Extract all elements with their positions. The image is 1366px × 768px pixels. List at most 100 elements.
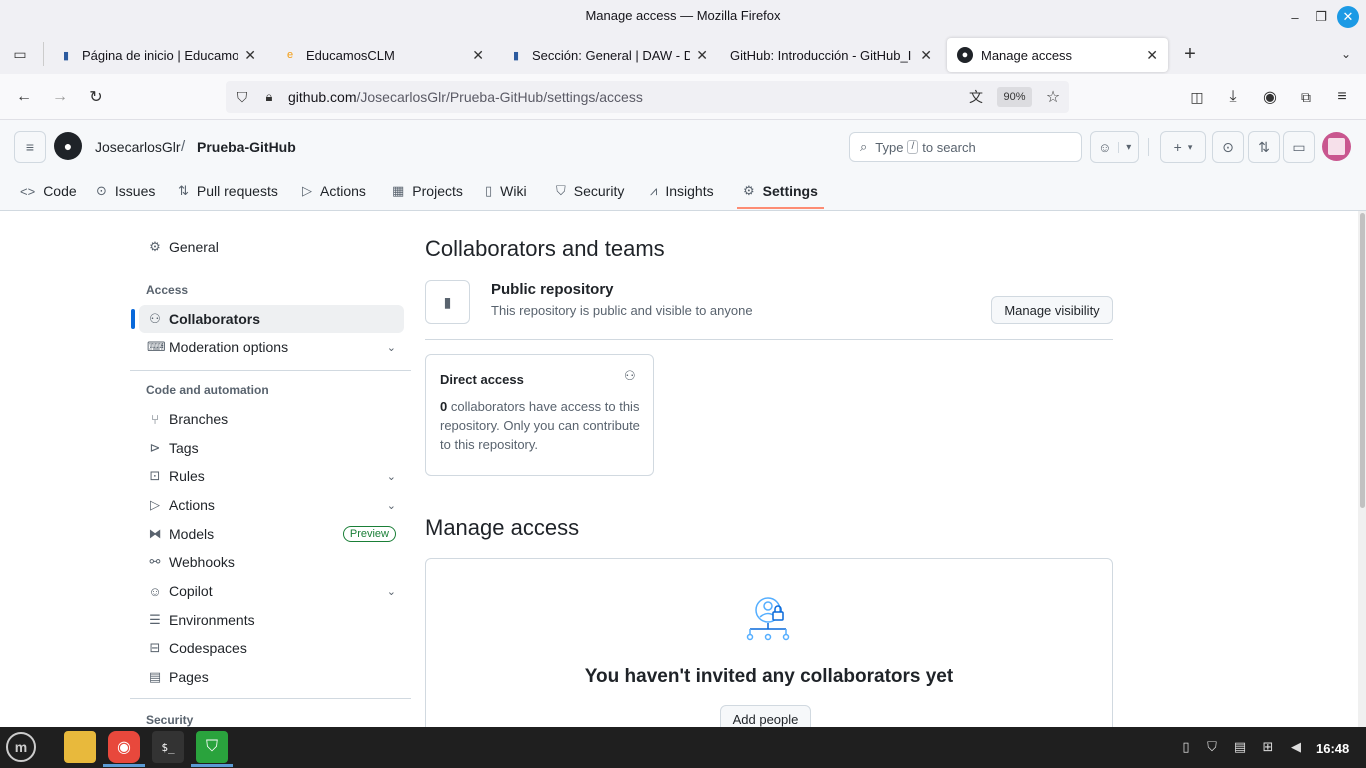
- tab-close-icon[interactable]: ✕: [920, 47, 932, 64]
- sidebar-item-models[interactable]: ⧓ Models Preview: [139, 520, 404, 548]
- collaborators-lock-icon: [746, 597, 790, 641]
- tab-educamos-inicio[interactable]: ▮ Página de inicio | Educamos( ✕: [48, 38, 266, 72]
- sidebar-item-moderation[interactable]: ⌨ Moderation options ⌄: [139, 333, 404, 361]
- webhook-icon: ⚯: [149, 554, 161, 569]
- notes-icon[interactable]: ▤: [1231, 738, 1249, 756]
- translate-icon[interactable]: 文: [964, 85, 988, 109]
- firefox-icon[interactable]: ◉: [108, 731, 140, 763]
- breadcrumb-separator: /: [181, 138, 186, 155]
- new-tab-icon[interactable]: +: [1180, 43, 1200, 65]
- sidebar-item-collaborators[interactable]: ⚇ Collaborators: [139, 305, 404, 333]
- clipboard-icon[interactable]: ▯: [1177, 738, 1195, 756]
- shield-icon[interactable]: ⛉: [1203, 738, 1221, 756]
- repo-icon: ▮: [425, 280, 470, 324]
- repo-owner-link[interactable]: JosecarlosGlr: [95, 139, 181, 155]
- sidebar-item-copilot[interactable]: ☺ Copilot ⌄: [139, 577, 404, 605]
- server-icon: ☰: [149, 612, 161, 627]
- bookmark-star-icon[interactable]: ☆: [1041, 85, 1065, 109]
- sidebar-item-webhooks[interactable]: ⚯ Webhooks: [139, 548, 404, 576]
- terminal-icon[interactable]: $_: [152, 731, 184, 763]
- tab-issues[interactable]: ⊙ Issues: [96, 176, 155, 206]
- sidebar-item-branches[interactable]: ⑂ Branches: [139, 405, 404, 433]
- tab-actions[interactable]: ▷ Actions: [302, 176, 366, 206]
- maximize-button[interactable]: ❐: [1310, 6, 1332, 28]
- minimize-button[interactable]: –: [1284, 6, 1306, 28]
- github-menu-icon[interactable]: ≡: [14, 131, 46, 163]
- update-shield-icon[interactable]: ⛉: [196, 731, 228, 763]
- tab-pull-requests[interactable]: ⇅ Pull requests: [178, 176, 278, 206]
- chevron-down-icon: ▾: [1187, 141, 1193, 152]
- tab-insights[interactable]: ⩘ Insights: [650, 176, 714, 206]
- forward-arrow-icon[interactable]: →: [48, 85, 72, 109]
- issues-icon[interactable]: ⊙: [1212, 131, 1244, 163]
- tab-settings[interactable]: ⚙ Settings: [743, 176, 818, 206]
- sidebar-item-general[interactable]: ⚙ General: [139, 233, 404, 261]
- people-icon: ⚇: [624, 368, 636, 383]
- sidebar-item-pages[interactable]: ▤ Pages: [139, 663, 404, 691]
- tab-manage-access[interactable]: ● Manage access ✕: [947, 38, 1168, 72]
- manage-visibility-button[interactable]: Manage visibility: [991, 296, 1113, 324]
- tab-divider: [43, 42, 44, 66]
- inbox-icon[interactable]: ▭: [1283, 131, 1315, 163]
- account-icon[interactable]: ◉: [1258, 85, 1282, 109]
- downloads-icon[interactable]: ⤓: [1221, 85, 1245, 109]
- empty-state-title: You haven't invited any collaborators ye…: [584, 666, 954, 687]
- tab-close-icon[interactable]: ✕: [1146, 47, 1158, 64]
- avatar[interactable]: [1322, 132, 1351, 161]
- list-tabs-chevron-icon[interactable]: ⌄: [1336, 44, 1356, 64]
- tab-wiki[interactable]: ▯ Wiki: [485, 176, 527, 206]
- tab-seccion-general[interactable]: ▮ Sección: General | DAW - Des ✕: [498, 38, 718, 72]
- scrollbar-thumb[interactable]: [1360, 213, 1365, 508]
- copilot-icon: ☺: [148, 583, 162, 599]
- tab-overview-icon[interactable]: ▭: [10, 44, 30, 64]
- reload-icon[interactable]: ↻: [84, 85, 108, 109]
- tab-close-icon[interactable]: ✕: [472, 47, 484, 64]
- tab-code[interactable]: <> Code: [20, 176, 77, 206]
- tab-educamosclm[interactable]: e EducamosCLM ✕: [272, 38, 494, 72]
- create-new-button[interactable]: + ▾: [1160, 131, 1206, 163]
- active-item-indicator: [131, 309, 135, 329]
- files-folder-icon[interactable]: [64, 731, 96, 763]
- volume-icon[interactable]: ◀: [1287, 738, 1305, 756]
- search-icon: ⌕: [860, 139, 868, 154]
- window-title: Manage access — Mozilla Firefox: [585, 8, 781, 23]
- tab-github-intro[interactable]: GitHub: Introducción - GitHub_I ✕: [720, 38, 942, 72]
- back-arrow-icon[interactable]: ←: [12, 85, 36, 109]
- repo-name-link[interactable]: Prueba-GitHub: [197, 139, 296, 155]
- tab-projects[interactable]: ▦ Projects: [392, 176, 463, 206]
- preview-badge: Preview: [342, 526, 396, 542]
- extensions-icon[interactable]: ⧉: [1294, 85, 1318, 109]
- tab-close-icon[interactable]: ✕: [244, 47, 256, 64]
- sidebar-item-codespaces[interactable]: ⊟ Codespaces: [139, 634, 404, 662]
- sidebar-item-tags[interactable]: ⊳ Tags: [139, 434, 404, 462]
- url-text[interactable]: github.com/JosecarlosGlr/Prueba-GitHub/s…: [288, 89, 643, 105]
- section-divider: [425, 339, 1113, 340]
- sidebar-divider: [130, 370, 411, 371]
- sidebar-item-rules[interactable]: ⊡ Rules ⌄: [139, 462, 404, 490]
- clock[interactable]: 16:48: [1316, 741, 1349, 756]
- tab-security[interactable]: ⛉ Security: [556, 176, 624, 206]
- shield-icon[interactable]: ⛉: [230, 85, 254, 109]
- book-icon: ▯: [485, 183, 493, 198]
- pocket-icon[interactable]: ◫: [1185, 85, 1209, 109]
- sidebar-item-environments[interactable]: ☰ Environments: [139, 606, 404, 634]
- mint-menu-icon[interactable]: m: [6, 732, 36, 762]
- shield-icon: ⛉: [556, 183, 566, 198]
- chevron-down-icon[interactable]: ▾: [1118, 141, 1138, 153]
- github-search-input[interactable]: ⌕ Type / to search: [849, 132, 1082, 162]
- comment-discussion-icon: ⌨: [147, 339, 166, 354]
- close-window-button[interactable]: ✕: [1337, 6, 1359, 28]
- sidebar-item-actions[interactable]: ▷ Actions ⌄: [139, 491, 404, 519]
- zoom-level[interactable]: 90%: [997, 87, 1032, 107]
- tab-close-icon[interactable]: ✕: [696, 47, 708, 64]
- lock-icon[interactable]: 🔒︎: [257, 85, 281, 109]
- table-icon: ▦: [392, 183, 405, 198]
- direct-access-desc: 0 collaborators have access to this repo…: [440, 399, 640, 452]
- github-logo-icon[interactable]: ●: [54, 132, 82, 160]
- network-icon[interactable]: ⊞: [1259, 738, 1277, 756]
- menu-hamburger-icon[interactable]: ≡: [1330, 85, 1354, 109]
- pull-requests-icon[interactable]: ⇅: [1248, 131, 1280, 163]
- app-indicator: [191, 764, 233, 767]
- gear-icon: ⚙: [149, 239, 161, 254]
- copilot-button[interactable]: ☺ ▾: [1090, 131, 1139, 163]
